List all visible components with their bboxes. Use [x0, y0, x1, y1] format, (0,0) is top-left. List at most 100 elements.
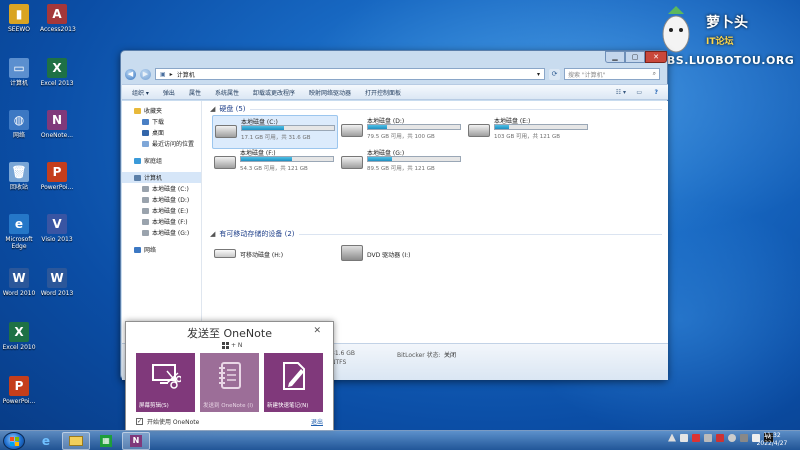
desktop-icon[interactable]: V Visio 2013 [40, 214, 74, 243]
toolbar-button[interactable]: 映射网络驱动器 [309, 88, 351, 97]
desktop-icon-label: Excel 2013 [40, 80, 74, 87]
quick-note-icon [283, 362, 305, 390]
search-input[interactable]: 搜索 "计算机" ⌕ [564, 68, 660, 80]
clock-time: 11:32 [763, 432, 781, 439]
store-icon: ▦ [100, 435, 112, 447]
toolbar-button[interactable]: 系统属性 [215, 88, 239, 97]
nav-favorite-item[interactable]: 最近访问的位置 [122, 138, 201, 149]
desktop-icon[interactable]: ◍ 网络 [2, 110, 36, 139]
desktop-icon[interactable]: A Access2013 [40, 4, 76, 33]
toolbar-button[interactable]: 弹出 [163, 88, 175, 97]
nav-favorite-item[interactable]: 桌面 [122, 127, 201, 138]
drive-tile[interactable]: 本地磁盘 (C:) 17.1 GB 可用，共 31.6 GB [212, 115, 338, 149]
taskbar-ie-button[interactable]: e [32, 432, 60, 450]
volume-icon[interactable] [728, 433, 736, 442]
toolbar-button[interactable]: 属性 [189, 88, 201, 97]
shortcut-hint: + N [222, 342, 242, 349]
show-hidden-icon[interactable] [668, 433, 676, 442]
taskbar: e ▦ N M 11:32 2022/4/27 [0, 430, 800, 450]
send-to-onenote-button[interactable]: 发送到 OneNote (I) [200, 353, 259, 412]
maximize-button[interactable]: ▢ [625, 51, 645, 63]
folder-icon [69, 436, 83, 446]
view-options-icon[interactable]: ☷ ▾ [616, 89, 626, 96]
address-bar[interactable]: ▣ ▸ 计算机 ▾ [155, 68, 545, 80]
back-button[interactable]: ◀ [125, 68, 136, 80]
nav-drive-item[interactable]: 本地磁盘 (C:) [122, 183, 201, 194]
toolbar-button[interactable]: 打开控制面板 [365, 88, 401, 97]
new-quick-note-button[interactable]: 新建快速笔记(N) [264, 353, 323, 412]
desktop-icon[interactable]: ▭ 计算机 [2, 58, 36, 87]
dialog-close-icon[interactable]: ✕ [313, 326, 321, 336]
keyboard-icon[interactable] [740, 433, 748, 442]
nav-favorites[interactable]: 收藏夹 [122, 105, 201, 116]
taskbar-store-button[interactable]: ▦ [92, 432, 120, 450]
clock[interactable]: 11:32 2022/4/27 [752, 432, 792, 448]
drive-tile[interactable]: 本地磁盘 (E:) 103 GB 可用，共 121 GB [466, 115, 592, 149]
start-button[interactable] [3, 432, 25, 450]
clock-date: 2022/4/27 [756, 440, 788, 447]
dvd-drive-icon [341, 245, 363, 261]
desktop-icon[interactable]: e Microsoft Edge [2, 214, 36, 250]
close-button[interactable]: ✕ [645, 51, 667, 63]
windows-logo-icon [10, 437, 19, 446]
desktop-icon-label: Access2013 [40, 26, 76, 33]
desktop-icon[interactable]: 🗑 回收站 [2, 162, 36, 191]
nav-computer[interactable]: 计算机 [122, 172, 201, 183]
nav-homegroup-icon [134, 157, 141, 164]
tray-flag-icon[interactable] [692, 433, 700, 442]
nav-favorite-item[interactable]: 下载 [122, 116, 201, 127]
minimize-button[interactable]: ▁ [605, 51, 625, 63]
nav-favorite-item-label: 桌面 [152, 130, 165, 137]
send-to-onenote-dialog[interactable]: 发送至 OneNote ✕ + N 屏幕剪辑(S) 发送到 OneNote (I… [125, 321, 334, 431]
preview-pane-icon[interactable]: ▭ [636, 89, 642, 96]
desktop-icon[interactable]: ▮ SEEWO [2, 4, 36, 33]
nav-drive-item[interactable]: 本地磁盘 (G:) [122, 227, 201, 238]
desktop-icon[interactable]: W Word 2010 [2, 268, 36, 297]
hdd-group-label: 硬盘 (5) [219, 105, 246, 113]
taskbar-onenote-button[interactable]: N [122, 432, 150, 450]
hard-drive-icon [215, 125, 237, 138]
nav-drive-item-icon [142, 185, 149, 192]
removable-group-header[interactable]: ◢ 有可移动存储的设备 (2) [210, 229, 662, 239]
network-icon[interactable] [704, 433, 712, 442]
title-bar[interactable]: ▁ ▢ ✕ [121, 51, 667, 65]
security-alert-icon[interactable] [716, 433, 724, 442]
desktop-icon[interactable]: P PowerPoi... [2, 376, 36, 405]
taskbar-explorer-button[interactable] [62, 432, 90, 450]
exit-link[interactable]: 退出 [311, 417, 323, 426]
desktop-icon[interactable]: N OneNote... [40, 110, 74, 139]
hard-drive-icon [341, 156, 363, 169]
desktop-icon[interactable]: X Excel 2010 [2, 322, 36, 351]
desktop-icon[interactable]: W Word 2013 [40, 268, 74, 297]
nav-drive-item[interactable]: 本地磁盘 (F:) [122, 216, 201, 227]
drive-tile[interactable]: 本地磁盘 (G:) 89.5 GB 可用，共 121 GB [339, 147, 465, 181]
removable-drive-tile[interactable]: DVD 驱动器 (I:) [339, 241, 465, 275]
nav-network[interactable]: 网络 [122, 244, 201, 255]
address-dropdown-icon[interactable]: ▾ [537, 71, 540, 78]
nav-homegroup[interactable]: 家庭组 [122, 155, 201, 166]
startup-option[interactable]: ✓ 开始使用 OneNote [136, 417, 199, 426]
toolbar-button[interactable]: 组织 ▾ [132, 88, 149, 97]
search-placeholder: 搜索 "计算机" [568, 71, 606, 79]
app-icon: 🗑 [9, 162, 29, 182]
toolbar-button[interactable]: 卸载或更改程序 [253, 88, 295, 97]
nav-drive-item[interactable]: 本地磁盘 (D:) [122, 194, 201, 205]
desktop-icon[interactable]: P PowerPoi... [40, 162, 74, 191]
nav-drive-item[interactable]: 本地磁盘 (E:) [122, 205, 201, 216]
forward-button[interactable]: ▶ [140, 68, 151, 80]
screen-clip-button[interactable]: 屏幕剪辑(S) [136, 353, 195, 412]
drive-tile[interactable]: 本地磁盘 (F:) 54.3 GB 可用，共 121 GB [212, 147, 338, 181]
drive-tile[interactable]: 本地磁盘 (D:) 79.5 GB 可用，共 100 GB [339, 115, 465, 149]
tray-app-icon[interactable] [680, 433, 688, 442]
desktop-icon-label: 计算机 [9, 80, 28, 87]
refresh-button[interactable]: ⟳ [549, 68, 560, 80]
hdd-group-header[interactable]: ◢ 硬盘 (5) [210, 104, 662, 114]
removable-drive-tile[interactable]: 可移动磁盘 (H:) [212, 241, 338, 275]
help-icon[interactable]: ? [655, 89, 658, 96]
desktop-icon-label: 网络 [12, 132, 25, 139]
nav-favorite-item-label: 最近访问的位置 [152, 141, 195, 148]
startup-checkbox[interactable]: ✓ [136, 418, 143, 425]
nav-favorite-item-icon [142, 118, 149, 125]
desktop-icon[interactable]: X Excel 2013 [40, 58, 74, 87]
nav-drive-item-label: 本地磁盘 (E:) [152, 208, 189, 215]
